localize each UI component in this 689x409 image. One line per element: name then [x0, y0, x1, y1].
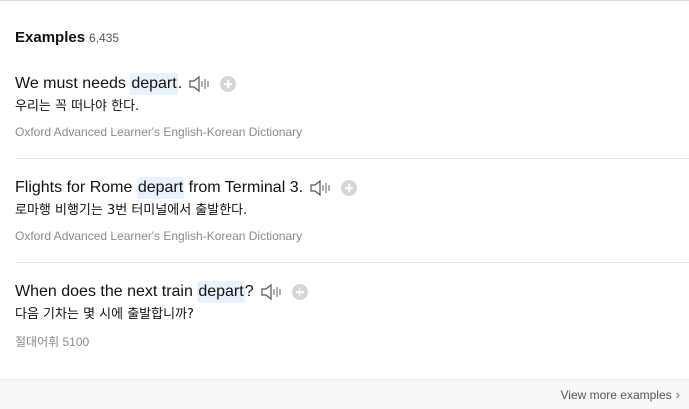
speaker-icon[interactable]	[309, 178, 333, 198]
sentence-text: When does the next train	[15, 283, 198, 300]
example-source: 절대어휘 5100	[15, 335, 90, 349]
example-sentence: Flights for Rome depart from Terminal 3.	[15, 177, 689, 199]
add-to-wordbook-icon[interactable]	[341, 180, 358, 196]
sentence-text: .	[177, 75, 183, 92]
speaker-icon[interactable]	[260, 282, 284, 302]
keyword-highlight: depart	[197, 281, 245, 303]
example-translation: 우리는 꼭 떠나야 한다.	[15, 99, 140, 114]
examples-panel: Examples 6,435 We must needs depart . 우리…	[0, 0, 689, 409]
add-to-wordbook-icon[interactable]	[291, 284, 308, 300]
chevron-right-icon: ›	[675, 387, 680, 402]
add-to-wordbook-icon[interactable]	[220, 76, 237, 92]
examples-footer: View more examples ›	[0, 379, 689, 409]
sentence-text: from Terminal 3.	[184, 179, 304, 196]
view-more-label: View more examples	[560, 387, 672, 402]
example-sentence: We must needs depart .	[15, 73, 689, 95]
example-item: We must needs depart . 우리는 꼭 떠나야 한다. Oxf…	[15, 73, 689, 159]
sentence-text: ?	[244, 283, 254, 300]
example-item: Flights for Rome depart from Terminal 3.…	[15, 177, 689, 263]
example-translation: 다음 기차는 몇 시에 출발합니까?	[15, 307, 194, 322]
sentence-text: Flights for Rome	[15, 179, 137, 196]
speaker-icon[interactable]	[188, 74, 212, 94]
example-item: When does the next train depart ? 다음 기차는…	[15, 281, 689, 367]
examples-count: 6,435	[89, 31, 120, 45]
example-source: Oxford Advanced Learner's English-Korean…	[15, 125, 303, 139]
view-more-examples-link[interactable]: View more examples ›	[560, 387, 680, 402]
examples-title: Examples	[15, 29, 86, 46]
keyword-highlight: depart	[130, 73, 178, 95]
example-translation: 로마행 비행기는 3번 터미널에서 출발한다.	[15, 203, 248, 218]
keyword-highlight: depart	[136, 177, 185, 199]
example-source: Oxford Advanced Learner's English-Korean…	[15, 229, 303, 243]
examples-header: Examples 6,435	[15, 29, 119, 46]
sentence-text: We must needs	[15, 75, 131, 92]
example-sentence: When does the next train depart ?	[15, 281, 689, 303]
